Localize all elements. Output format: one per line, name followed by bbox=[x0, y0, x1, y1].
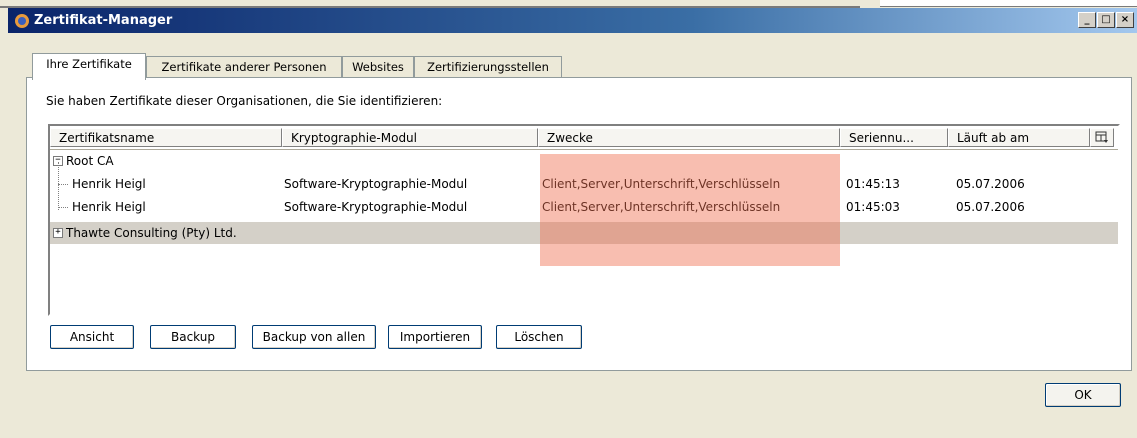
app-icon bbox=[15, 14, 29, 28]
window-title: Zertifikat-Manager bbox=[34, 13, 173, 28]
tab-websites[interactable]: Websites bbox=[342, 56, 414, 79]
tab-ihre-zertifikate[interactable]: Ihre Zertifikate bbox=[32, 53, 146, 80]
column-header-serial[interactable]: Seriennu... bbox=[840, 128, 948, 147]
tab-zertifikate-anderer-personen[interactable]: Zertifikate anderer Personen bbox=[146, 56, 342, 79]
group-label: Root CA bbox=[66, 154, 114, 168]
cert-expires: 05.07.2006 bbox=[956, 200, 1025, 214]
close-button[interactable]: × bbox=[1116, 12, 1134, 28]
backup-button[interactable]: Backup bbox=[150, 325, 236, 349]
import-button[interactable]: Importieren bbox=[388, 325, 482, 349]
maximize-button[interactable]: □ bbox=[1097, 12, 1115, 28]
minimize-button[interactable]: _ bbox=[1078, 12, 1096, 28]
tab-zertifizierungsstellen[interactable]: Zertifizierungsstellen bbox=[414, 56, 562, 79]
cert-serial: 01:45:13 bbox=[846, 177, 900, 191]
cert-module: Software-Kryptographie-Modul bbox=[284, 177, 468, 191]
view-button[interactable]: Ansicht bbox=[50, 325, 134, 349]
delete-button[interactable]: Löschen bbox=[496, 325, 582, 349]
background-window-edge bbox=[0, 0, 860, 8]
column-header-name[interactable]: Zertifikatsname bbox=[50, 128, 282, 147]
column-header-purposes[interactable]: Zwecke bbox=[538, 128, 840, 147]
cert-name: Henrik Heigl bbox=[72, 177, 146, 191]
ok-button[interactable]: OK bbox=[1045, 383, 1121, 407]
expand-icon[interactable]: + bbox=[53, 228, 63, 238]
background-window-edge-right bbox=[880, 0, 1137, 7]
group-label: Thawte Consulting (Pty) Ltd. bbox=[66, 226, 237, 240]
info-text: Sie haben Zertifikate dieser Organisatio… bbox=[46, 94, 443, 108]
column-header-module[interactable]: Kryptographie-Modul bbox=[282, 128, 538, 147]
cert-name: Henrik Heigl bbox=[72, 200, 146, 214]
cert-expires: 05.07.2006 bbox=[956, 177, 1025, 191]
tree-header: Zertifikatsname Kryptographie-Modul Zwec… bbox=[50, 126, 1118, 150]
column-picker-icon bbox=[1095, 131, 1108, 143]
column-header-expires[interactable]: Läuft ab am bbox=[948, 128, 1090, 147]
cert-serial: 01:45:03 bbox=[846, 200, 900, 214]
title-bar[interactable]: Zertifikat-Manager _ □ × bbox=[8, 8, 1137, 33]
backup-all-button[interactable]: Backup von allen bbox=[252, 325, 376, 349]
column-picker-button[interactable] bbox=[1090, 128, 1114, 147]
cert-module: Software-Kryptographie-Modul bbox=[284, 200, 468, 214]
highlight-overlay bbox=[540, 154, 840, 266]
